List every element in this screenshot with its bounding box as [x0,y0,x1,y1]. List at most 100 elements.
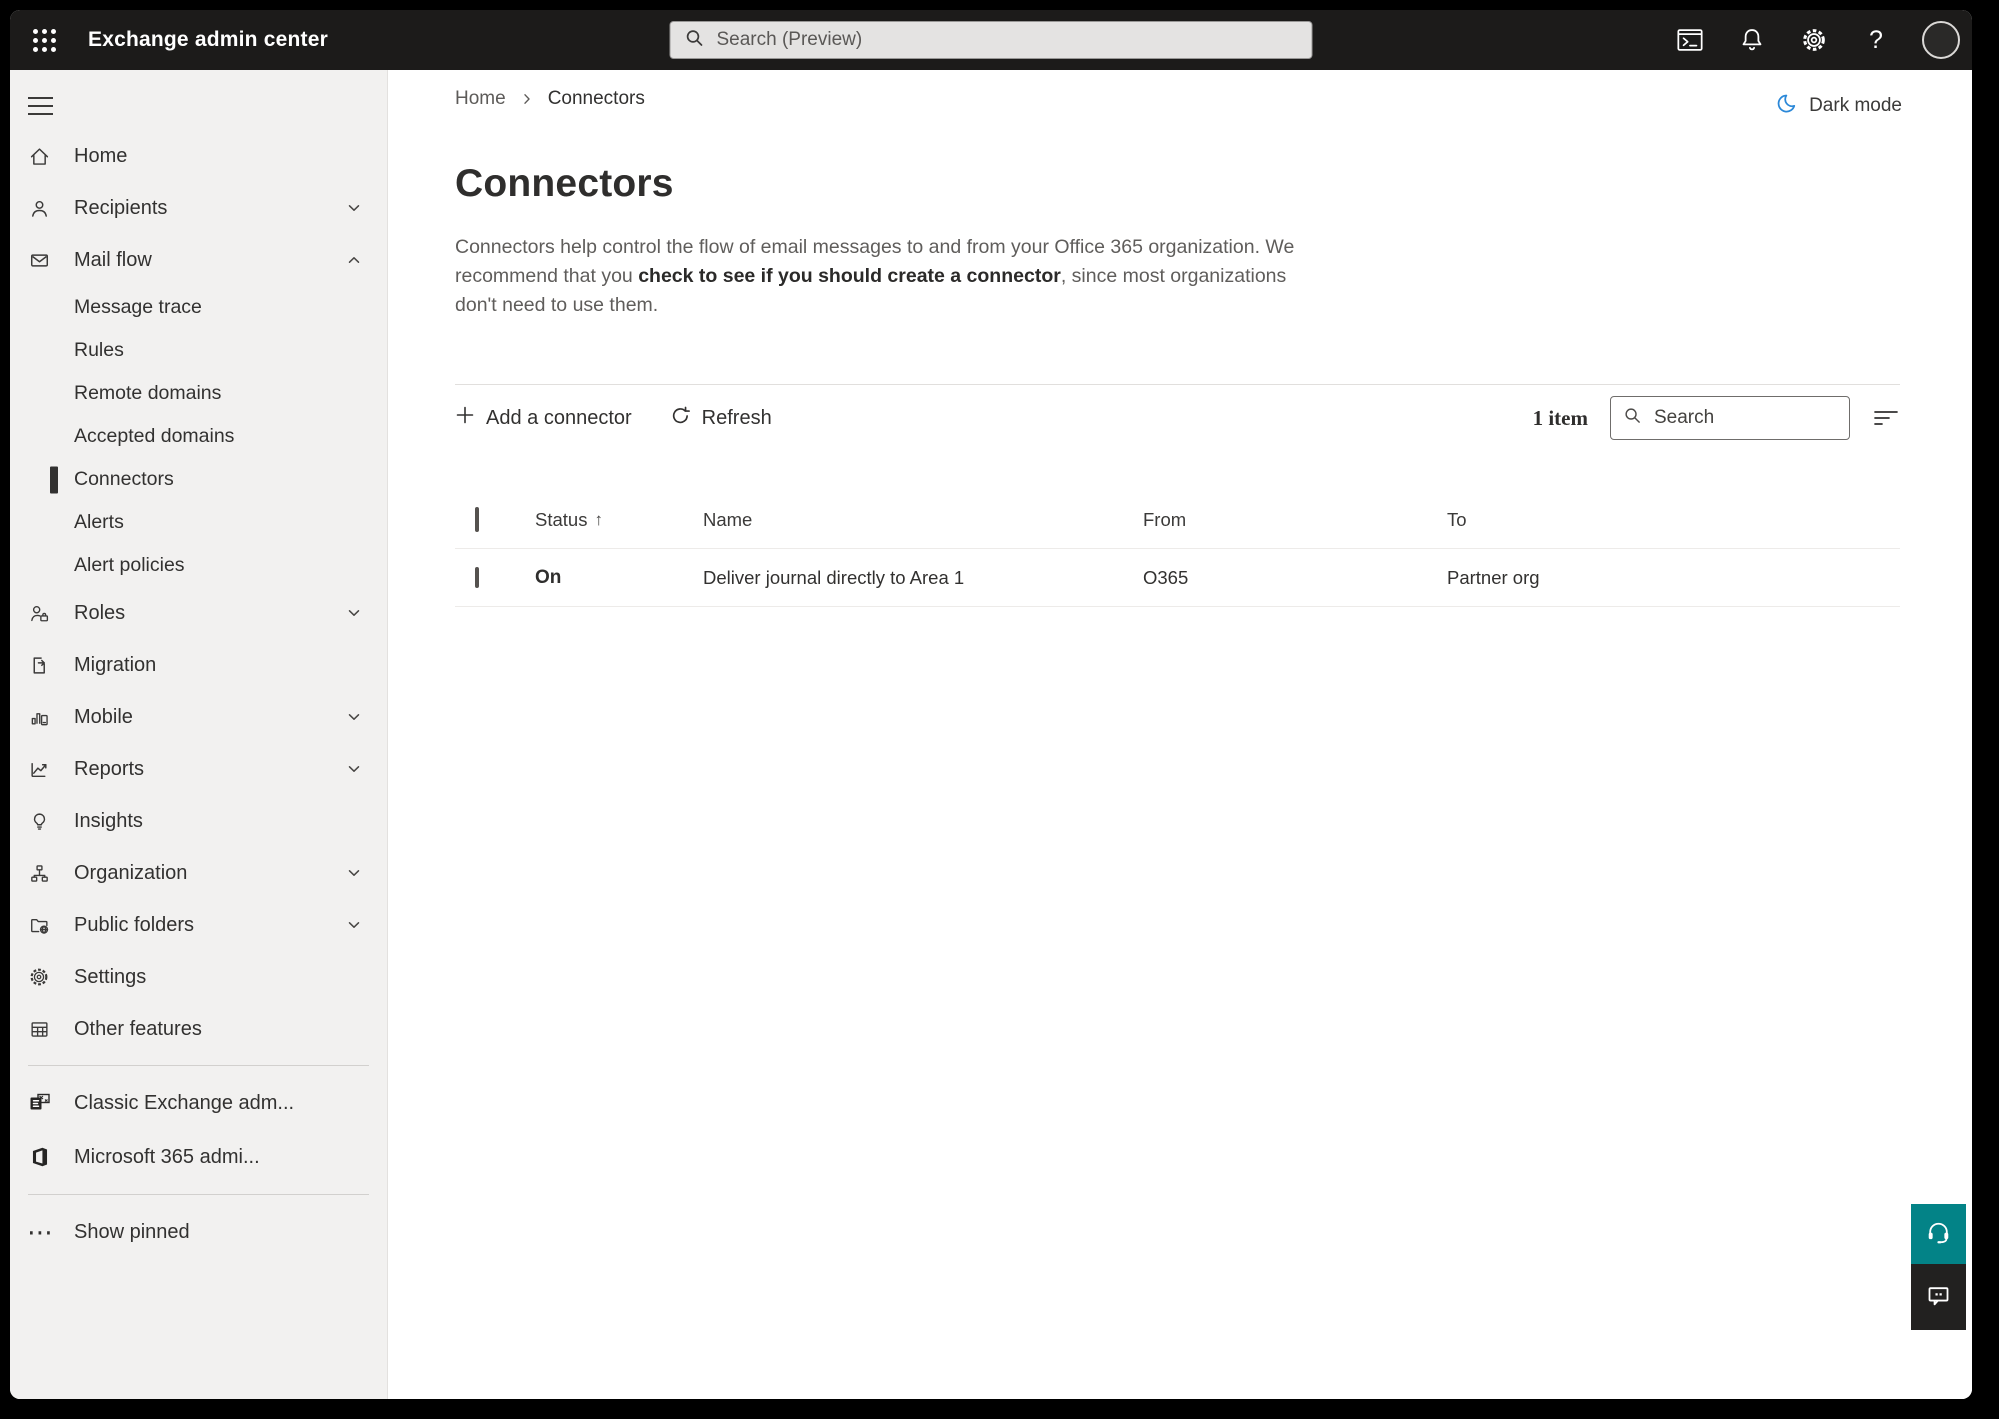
sidebar-item-settings[interactable]: Settings [10,951,387,1003]
column-header-to[interactable]: To [1447,509,1900,531]
sidebar-item-rules[interactable]: Rules [10,329,387,372]
breadcrumb-current: Connectors [547,88,645,109]
sidebar-item-connectors[interactable]: Connectors [10,458,387,501]
sidebar-item-show-pinned[interactable]: ⋯ Show pinned [10,1205,387,1259]
connectors-table: Status ↑ Name From To On Deliver journal… [455,491,1900,607]
reports-chart-icon [28,758,50,780]
sidebar-item-classic-exchange-admin[interactable]: Classic Exchange adm... [10,1076,387,1130]
sidebar-item-mobile[interactable]: Mobile [10,691,387,743]
sidebar-item-migration[interactable]: Migration [10,639,387,691]
mail-icon [28,249,50,271]
help-icon[interactable]: ? [1860,24,1892,56]
microsoft-365-icon [28,1145,52,1169]
sidebar-item-home[interactable]: Home [10,130,387,182]
support-button[interactable] [1911,1204,1966,1264]
sidebar-item-microsoft-365-admin[interactable]: Microsoft 365 admi... [10,1130,387,1184]
sidebar-item-roles[interactable]: Roles [10,587,387,639]
gear-icon [28,966,50,988]
topbar-actions: ? [1674,10,1960,70]
chevron-down-icon [345,760,363,778]
floating-action-stack [1911,1204,1966,1330]
sidebar-nav: Home Recipients Mail flow Message trace … [10,70,388,1399]
item-count: 1 item [1532,405,1588,430]
global-search-box[interactable] [669,21,1313,59]
migration-icon [28,654,50,676]
nav-list: Home Recipients Mail flow Message trace … [10,130,387,1055]
classic-exchange-icon [28,1091,52,1115]
global-search-input[interactable] [716,29,1298,51]
app-launcher-icon[interactable] [24,20,64,60]
sidebar-item-remote-domains[interactable]: Remote domains [10,372,387,415]
selected-indicator [50,466,58,493]
row-name[interactable]: Deliver journal directly to Area 1 [703,567,1143,589]
sidebar-item-reports[interactable]: Reports [10,743,387,795]
sidebar-item-public-folders[interactable]: Public folders [10,899,387,951]
list-search-box[interactable] [1610,396,1850,440]
settings-gear-icon[interactable] [1798,24,1830,56]
feedback-button[interactable] [1911,1264,1966,1330]
sidebar-item-mail-flow[interactable]: Mail flow [10,234,387,286]
page-title: Connectors [455,162,674,205]
person-icon [28,197,50,219]
column-header-status[interactable]: Status [535,509,587,531]
mobile-icon [28,706,50,728]
row-from: O365 [1143,566,1189,588]
chevron-down-icon [345,916,363,934]
table-grid-icon [28,1018,50,1040]
chevron-down-icon [345,199,363,217]
breadcrumb-home-link[interactable]: Home [455,88,506,110]
filter-icon[interactable] [1872,406,1900,430]
refresh-button[interactable]: Refresh [670,405,772,432]
account-avatar[interactable] [1922,21,1960,59]
cloud-shell-icon[interactable] [1674,24,1706,56]
select-all-checkbox[interactable] [475,506,479,532]
column-header-name[interactable]: Name [703,509,1143,531]
sidebar-item-message-trace[interactable]: Message trace [10,286,387,329]
sidebar-divider [28,1065,369,1066]
public-folder-globe-icon [28,914,50,936]
sidebar-divider [28,1194,369,1195]
list-toolbar: Add a connector Refresh 1 item [455,385,1900,451]
lightbulb-icon [28,810,50,832]
column-header-from[interactable]: From [1143,509,1447,531]
app-window: Exchange admin center Search (Preview) ?… [10,10,1972,1399]
sidebar-item-accepted-domains[interactable]: Accepted domains [10,415,387,458]
page-description: Connectors help control the flow of emai… [455,236,1295,316]
app-title: Exchange admin center [88,28,328,51]
moon-icon [1773,92,1798,120]
chevron-down-icon [345,864,363,882]
table-row[interactable]: On Deliver journal directly to Area 1 O3… [455,549,1900,607]
add-connector-button[interactable]: Add a connector [455,405,632,431]
chevron-up-icon [345,251,363,269]
sidebar-item-organization[interactable]: Organization [10,847,387,899]
headset-icon [1925,1219,1952,1249]
sidebar-item-alert-policies[interactable]: Alert policies [10,544,387,587]
sidebar-item-alerts[interactable]: Alerts [10,501,387,544]
refresh-icon [670,405,691,432]
notifications-bell-icon[interactable] [1736,24,1768,56]
avatar [1922,21,1960,59]
create-connector-link[interactable]: check to see if you should create a conn… [638,265,1061,287]
sidebar-item-other-features[interactable]: Other features [10,1003,387,1055]
top-bar: Exchange admin center Search (Preview) ? [10,10,1972,70]
row-checkbox[interactable] [475,566,479,588]
sort-ascending-icon: ↑ [594,509,603,529]
org-chart-icon [28,862,50,884]
search-icon [685,28,705,53]
hamburger-menu-icon[interactable] [28,86,68,126]
dark-mode-toggle[interactable]: Dark mode [1773,92,1902,120]
feedback-bubble-icon [1925,1282,1952,1312]
breadcrumb: Home Connectors [455,86,1900,112]
sidebar-item-recipients[interactable]: Recipients [10,182,387,234]
main-content: Home Connectors Dark mode Connectors Con… [388,70,1972,1399]
table-header-row: Status ↑ Name From To [455,491,1900,549]
more-ellipsis-icon: ⋯ [27,1217,53,1247]
row-status: On [535,566,562,588]
plus-icon [455,405,475,431]
row-to: Partner org [1447,566,1540,588]
chevron-down-icon [345,604,363,622]
sidebar-item-insights[interactable]: Insights [10,795,387,847]
chevron-down-icon [345,708,363,726]
home-icon [28,145,50,167]
list-search-input[interactable] [1654,407,1837,429]
